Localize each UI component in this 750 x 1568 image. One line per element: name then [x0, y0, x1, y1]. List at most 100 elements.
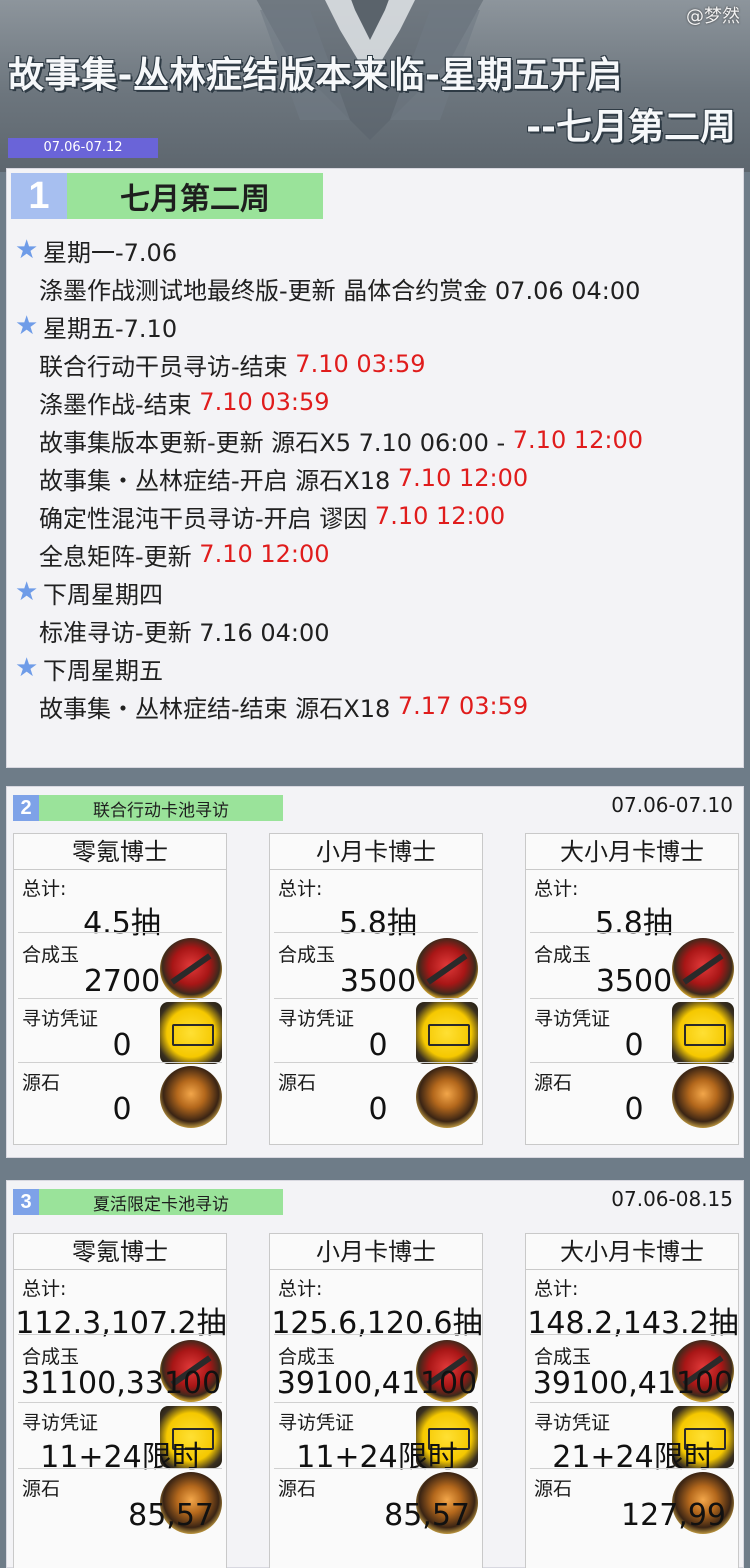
row-divider [18, 932, 222, 933]
total-count-label: 总计: [534, 1278, 579, 1300]
section-number: 3 [13, 1189, 39, 1215]
originite-prime-value: 85,57 [384, 1498, 470, 1533]
schedule-list: ★ 星期一-7.06 涤墨作战测试地最终版-更新 晶体合约赏金 07.06 04:0… [15, 231, 735, 725]
originite-prime-value: 85,57 [128, 1498, 214, 1533]
headhunting-permit-label: 寻访凭证 [22, 1412, 99, 1434]
star-icon: ★ [15, 653, 39, 683]
row-divider [530, 1468, 734, 1469]
banner-panel-summer-limited: 3 夏活限定卡池寻访 07.06-08.15 零氪博士总计: 112.3,107.… [6, 1180, 744, 1568]
row-divider [530, 1062, 734, 1063]
section-title: 联合行动卡池寻访 [39, 795, 283, 821]
row-divider [18, 1062, 222, 1063]
page-subtitle: --七月第二周 [526, 107, 736, 148]
row-divider [18, 1468, 222, 1469]
schedule-event-time: 7.10 03:59 [199, 388, 330, 416]
schedule-event-text: 故事集・丛林症结-结束 源石X18 [39, 694, 398, 723]
pull-estimate-card: 小月卡博士 总计: 125.6,120.6抽 合成玉 39100,41100 寻访凭证 11… [269, 1233, 483, 1568]
orundum-label: 合成玉 [534, 1346, 592, 1368]
row-divider [18, 1334, 222, 1335]
schedule-day: ★ 星期五-7.10 [15, 307, 735, 345]
total-count-value: 4.5抽 [83, 906, 161, 941]
headhunting-permit-label: 寻访凭证 [278, 1008, 355, 1030]
card-title: 小月卡博士 [270, 834, 482, 870]
total-count-label: 总计: [278, 878, 323, 900]
banner-panel-joint-operation: 2 联合行动卡池寻访 07.06-07.10 零氪博士 总计: 4.5抽 合成玉 270… [6, 786, 744, 1158]
schedule-event-text: 全息矩阵-更新 [39, 542, 200, 571]
total-count-value: 5.8抽 [339, 906, 417, 941]
headhunting-permit-label: 寻访凭证 [534, 1412, 611, 1434]
schedule-event-text: 涤墨作战-结束 [39, 390, 200, 419]
orundum-value: 3500 [339, 964, 417, 999]
schedule-event-text: 故事集版本更新-更新 源石X5 7.10 06:00 - [39, 428, 513, 457]
date-range-tag: 07.06-07.12 [8, 138, 158, 158]
headhunting-permit-label: 寻访凭证 [22, 1008, 99, 1030]
section-number: 1 [11, 173, 67, 219]
schedule-event: 故事集版本更新-更新 源石X5 7.10 06:00 - 7.10 12:00 [15, 421, 735, 459]
orundum-value: 31100,33100 [20, 1366, 222, 1401]
section-date: 07.06-08.15 [611, 1187, 733, 1211]
schedule-event: 确定性混沌干员寻访-开启 谬因 7.10 12:00 [15, 497, 735, 535]
star-icon: ★ [15, 577, 39, 607]
total-count-label: 总计: [22, 878, 67, 900]
orundum-label: 合成玉 [278, 944, 336, 966]
section-date: 07.06-07.10 [611, 793, 733, 817]
orundum-value: 2700 [83, 964, 161, 999]
schedule-event-text: 联合行动干员寻访-结束 [39, 352, 296, 381]
schedule-day-label: 下周星期五 [43, 656, 163, 685]
schedule-day: ★ 星期一-7.06 [15, 231, 735, 269]
card-title: 小月卡博士 [270, 1234, 482, 1270]
card-title: 大小月卡博士 [526, 834, 738, 870]
card-title: 大小月卡博士 [526, 1234, 738, 1270]
row-divider [18, 998, 222, 999]
pull-estimate-card: 大小月卡博士 总计: 148.2,143.2抽 合成玉 39100,41100 寻访凭证 2… [525, 1233, 739, 1568]
originite-prime-label: 源石 [22, 1478, 61, 1500]
total-count-value: 112.3,107.2抽 [15, 1306, 227, 1341]
star-icon: ★ [15, 311, 39, 341]
headhunting-permit-value: 0 [368, 1028, 388, 1063]
schedule-day: ★ 下周星期四 [15, 573, 735, 611]
row-divider [18, 1402, 222, 1403]
section-title: 七月第二周 [67, 173, 323, 219]
schedule-event: 故事集・丛林症结-结束 源石X18 7.17 03:59 [15, 687, 735, 725]
card-title: 零氪博士 [14, 1234, 226, 1270]
originite-prime-value: 127,99 [621, 1498, 726, 1533]
section-number: 2 [13, 795, 39, 821]
originite-prime-label: 源石 [278, 1072, 317, 1094]
schedule-day-label: 下周星期四 [43, 580, 163, 609]
schedule-day-label: 星期五-7.10 [43, 314, 178, 343]
watermark: @梦然 [686, 6, 740, 27]
originite-prime-label: 源石 [534, 1072, 573, 1094]
schedule-event-text: 故事集・丛林症结-开启 源石X18 [39, 466, 398, 495]
schedule-event-text: 标准寻访-更新 7.16 04:00 [39, 618, 330, 647]
row-divider [274, 932, 478, 933]
headhunting-permit-value: 11+24限时 [40, 1440, 202, 1475]
originite-prime-value: 0 [368, 1092, 388, 1127]
originite-prime-label: 源石 [278, 1478, 317, 1500]
orundum-value: 39100,41100 [276, 1366, 478, 1401]
row-divider [274, 1062, 478, 1063]
pull-estimate-card: 大小月卡博士 总计: 5.8抽 合成玉 3500 寻访凭证 0 源石 0 [525, 833, 739, 1145]
schedule-event-time: 7.10 12:00 [199, 540, 330, 568]
header-banner: @梦然 故事集-丛林症结版本来临-星期五开启 --七月第二周 07.06-07.… [0, 0, 750, 172]
pull-estimate-card: 零氪博士 总计: 4.5抽 合成玉 2700 寻访凭证 0 源石 0 [13, 833, 227, 1145]
total-count-label: 总计: [278, 1278, 323, 1300]
schedule-event-text: 涤墨作战测试地最终版-更新 晶体合约赏金 07.06 04:00 [39, 276, 641, 305]
schedule-event-time: 7.10 12:00 [512, 426, 644, 454]
headhunting-permit-value: 0 [624, 1028, 644, 1063]
total-count-value: 148.2,143.2抽 [527, 1306, 739, 1341]
row-divider [530, 1402, 734, 1403]
section-title: 夏活限定卡池寻访 [39, 1189, 283, 1215]
row-divider [530, 1334, 734, 1335]
headhunting-permit-label: 寻访凭证 [278, 1412, 355, 1434]
schedule-event: 涤墨作战-结束 7.10 03:59 [15, 383, 735, 421]
row-divider [530, 932, 734, 933]
schedule-event: 联合行动干员寻访-结束 7.10 03:59 [15, 345, 735, 383]
originite-prime-label: 源石 [22, 1072, 61, 1094]
originite-prime-value: 0 [112, 1092, 132, 1127]
schedule-event-time: 7.10 12:00 [374, 502, 506, 530]
row-divider [274, 1468, 478, 1469]
pull-estimate-card: 零氪博士 总计: 112.3,107.2抽 合成玉 31100,33100 寻访凭证 11+… [13, 1233, 227, 1568]
originite-prime-label: 源石 [534, 1478, 573, 1500]
schedule-event-time: 7.10 12:00 [397, 464, 529, 492]
headhunting-permit-value: 0 [112, 1028, 132, 1063]
